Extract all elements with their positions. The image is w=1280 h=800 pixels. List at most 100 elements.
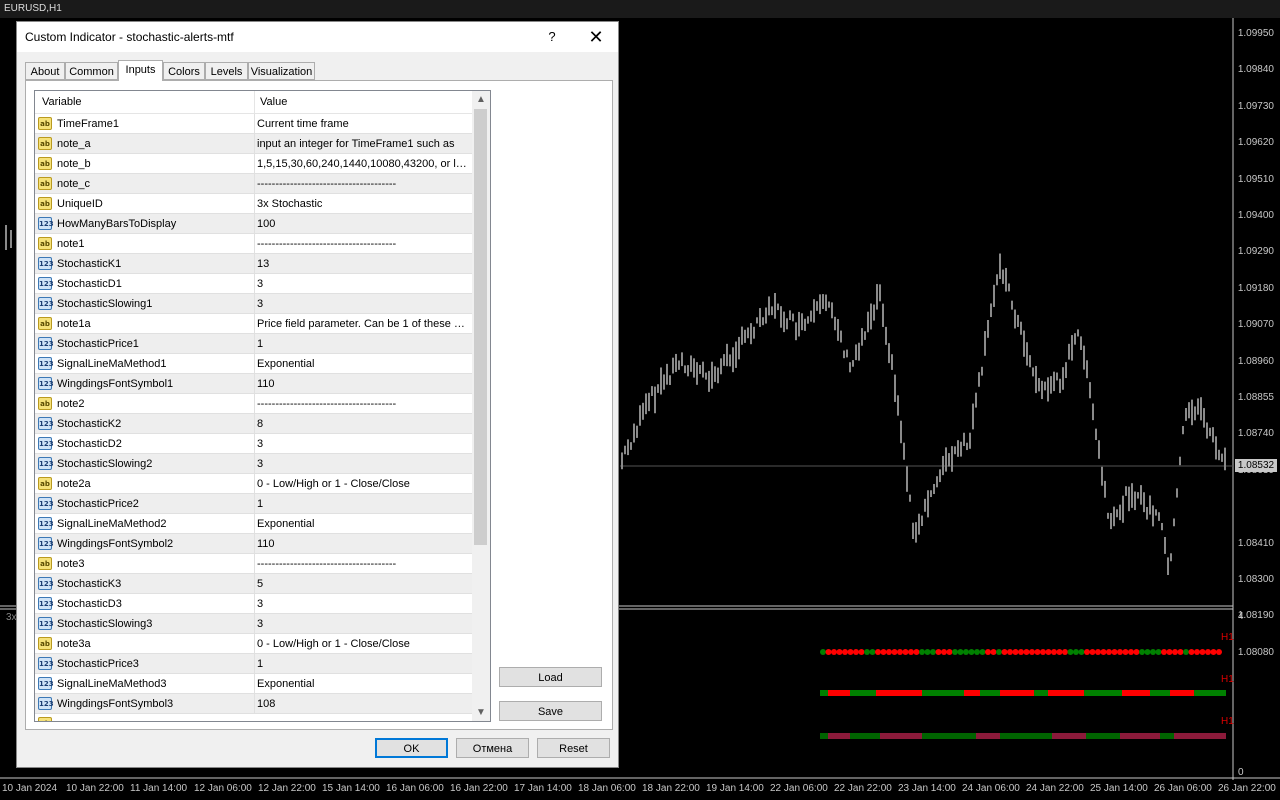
variable-value[interactable]: 0 - Low/High or 1 - Close/Close bbox=[257, 478, 469, 490]
grid-scrollbar[interactable]: ▲ ▼ bbox=[472, 91, 490, 721]
variable-value[interactable]: 1 bbox=[257, 338, 469, 350]
table-row[interactable]: 123 StochasticK1 13 bbox=[35, 254, 472, 274]
signal-dot bbox=[1133, 649, 1140, 655]
help-button[interactable]: ? bbox=[542, 26, 562, 48]
column-header-variable[interactable]: Variable bbox=[42, 96, 82, 108]
tab-common[interactable]: Common bbox=[65, 62, 118, 80]
variable-value[interactable]: 110 bbox=[257, 538, 469, 550]
table-row[interactable]: ab note_a input an integer for TimeFrame1 … bbox=[35, 134, 472, 154]
tab-levels[interactable]: Levels bbox=[205, 62, 248, 80]
table-row[interactable]: 123 SignalLineMaMethod1 Exponential bbox=[35, 354, 472, 374]
load-button[interactable]: Load bbox=[499, 667, 602, 687]
scroll-up-icon[interactable]: ▲ bbox=[472, 91, 490, 108]
table-row[interactable]: 123 SignalLineMaMethod2 Exponential bbox=[35, 514, 472, 534]
signal-dot bbox=[842, 649, 848, 655]
scroll-down-icon[interactable]: ▼ bbox=[472, 704, 490, 721]
scroll-thumb[interactable] bbox=[474, 109, 487, 545]
column-header-value[interactable]: Value bbox=[260, 96, 287, 108]
table-row[interactable]: ab note2 ---------------------------------… bbox=[35, 394, 472, 414]
table-row[interactable]: 123 StochasticD1 3 bbox=[35, 274, 472, 294]
variable-value[interactable]: -------------------------------------- bbox=[257, 238, 469, 250]
tab-visualization[interactable]: Visualization bbox=[248, 62, 315, 80]
variable-value[interactable]: -------------------------------------- bbox=[257, 178, 469, 190]
price-tick-label: 1.09950 bbox=[1237, 28, 1274, 39]
variable-value[interactable]: 3 bbox=[257, 598, 469, 610]
table-row[interactable]: ab note2a 0 - Low/High or 1 - Close/Close bbox=[35, 474, 472, 494]
table-row[interactable]: ab note1 ---------------------------------… bbox=[35, 234, 472, 254]
tab-colors[interactable]: Colors bbox=[163, 62, 205, 80]
variable-value[interactable]: 1,5,15,30,60,240,1440,10080,43200, or le… bbox=[257, 158, 469, 170]
variable-value[interactable]: 3 bbox=[257, 458, 469, 470]
cancel-button[interactable]: Отмена bbox=[456, 738, 529, 758]
table-row[interactable]: ab bbox=[35, 714, 472, 721]
table-row[interactable]: ab UniqueID 3x Stochastic bbox=[35, 194, 472, 214]
close-icon: ✕ bbox=[588, 27, 604, 47]
table-row[interactable]: 123 StochasticPrice3 1 bbox=[35, 654, 472, 674]
variable-value[interactable]: 1 bbox=[257, 498, 469, 510]
tab-about[interactable]: About bbox=[25, 62, 65, 80]
table-row[interactable]: 123 WingdingsFontSymbol3 108 bbox=[35, 694, 472, 714]
current-price-label: 1.08532 bbox=[1235, 459, 1277, 472]
dialog-titlebar[interactable]: Custom Indicator - stochastic-alerts-mtf… bbox=[17, 22, 618, 52]
variable-value[interactable]: Exponential bbox=[257, 678, 469, 690]
table-row[interactable]: 123 StochasticK2 8 bbox=[35, 414, 472, 434]
table-row[interactable]: 123 StochasticSlowing3 3 bbox=[35, 614, 472, 634]
variable-value[interactable]: 1 bbox=[257, 658, 469, 670]
table-row[interactable]: ab note3a 0 - Low/High or 1 - Close/Close bbox=[35, 634, 472, 654]
table-row[interactable]: ab note_c --------------------------------… bbox=[35, 174, 472, 194]
variable-value[interactable]: input an integer for TimeFrame1 such as bbox=[257, 138, 469, 150]
variable-value[interactable]: -------------------------------------- bbox=[257, 398, 469, 410]
variable-value[interactable]: 3 bbox=[257, 618, 469, 630]
signal-bar bbox=[1086, 733, 1120, 739]
table-row[interactable]: 123 StochasticSlowing2 3 bbox=[35, 454, 472, 474]
table-row[interactable]: 123 StochasticPrice2 1 bbox=[35, 494, 472, 514]
reset-button[interactable]: Reset bbox=[537, 738, 610, 758]
inputs-grid[interactable]: Variable Value ab TimeFrame1 Current time … bbox=[34, 90, 491, 722]
variable-name: StochasticK1 bbox=[57, 258, 122, 270]
variable-value[interactable]: 3 bbox=[257, 298, 469, 310]
table-row[interactable]: ab note3 ---------------------------------… bbox=[35, 554, 472, 574]
variable-value[interactable]: Exponential bbox=[257, 358, 469, 370]
variable-name: StochasticK2 bbox=[57, 418, 122, 430]
variable-value[interactable]: 3 bbox=[257, 278, 469, 290]
close-button[interactable]: ✕ bbox=[583, 25, 609, 49]
table-row[interactable]: 123 StochasticK3 5 bbox=[35, 574, 472, 594]
variable-name: StochasticSlowing3 bbox=[57, 618, 153, 630]
table-row[interactable]: ab note1a Price field parameter. Can be 1 … bbox=[35, 314, 472, 334]
variable-value[interactable]: 3x Stochastic bbox=[257, 198, 469, 210]
variable-value[interactable]: 108 bbox=[257, 698, 469, 710]
variable-value[interactable]: 100 bbox=[257, 218, 469, 230]
signal-bar bbox=[1000, 690, 1034, 696]
table-row[interactable]: ab note_b 1,5,15,30,60,240,1440,10080,4320… bbox=[35, 154, 472, 174]
table-row[interactable]: 123 StochasticD3 3 bbox=[35, 594, 472, 614]
signal-dot bbox=[825, 649, 832, 655]
variable-value[interactable]: Current time frame bbox=[257, 118, 469, 130]
table-row[interactable]: 123 WingdingsFontSymbol2 110 bbox=[35, 534, 472, 554]
signal-dot bbox=[847, 649, 854, 655]
tab-inputs[interactable]: Inputs bbox=[118, 60, 163, 81]
save-button[interactable]: Save bbox=[499, 701, 602, 721]
table-row[interactable]: 123 StochasticPrice1 1 bbox=[35, 334, 472, 354]
variable-value[interactable]: 13 bbox=[257, 258, 469, 270]
variable-value[interactable]: 3 bbox=[257, 438, 469, 450]
ok-button[interactable]: OK bbox=[375, 738, 448, 758]
date-tick-label: 18 Jan 06:00 bbox=[578, 783, 636, 794]
table-row[interactable]: 123 StochasticSlowing1 3 bbox=[35, 294, 472, 314]
table-row[interactable]: 123 WingdingsFontSymbol1 110 bbox=[35, 374, 472, 394]
table-row[interactable]: ab TimeFrame1 Current time frame bbox=[35, 114, 472, 134]
signal-bar bbox=[1000, 733, 1052, 739]
variable-value[interactable]: 5 bbox=[257, 578, 469, 590]
variable-value[interactable]: 110 bbox=[257, 378, 469, 390]
variable-value[interactable]: Price field parameter. Can be 1 of these… bbox=[257, 318, 469, 330]
signal-bar bbox=[1048, 690, 1084, 696]
table-row[interactable]: 123 StochasticD2 3 bbox=[35, 434, 472, 454]
column-divider[interactable] bbox=[254, 91, 255, 113]
signal-dot bbox=[1210, 649, 1217, 655]
variable-value[interactable]: -------------------------------------- bbox=[257, 558, 469, 570]
number-type-icon: 123 bbox=[38, 437, 54, 450]
table-row[interactable]: 123 HowManyBarsToDisplay 100 bbox=[35, 214, 472, 234]
variable-value[interactable]: 8 bbox=[257, 418, 469, 430]
table-row[interactable]: 123 SignalLineMaMethod3 Exponential bbox=[35, 674, 472, 694]
variable-value[interactable]: 0 - Low/High or 1 - Close/Close bbox=[257, 638, 469, 650]
variable-value[interactable]: Exponential bbox=[257, 518, 469, 530]
